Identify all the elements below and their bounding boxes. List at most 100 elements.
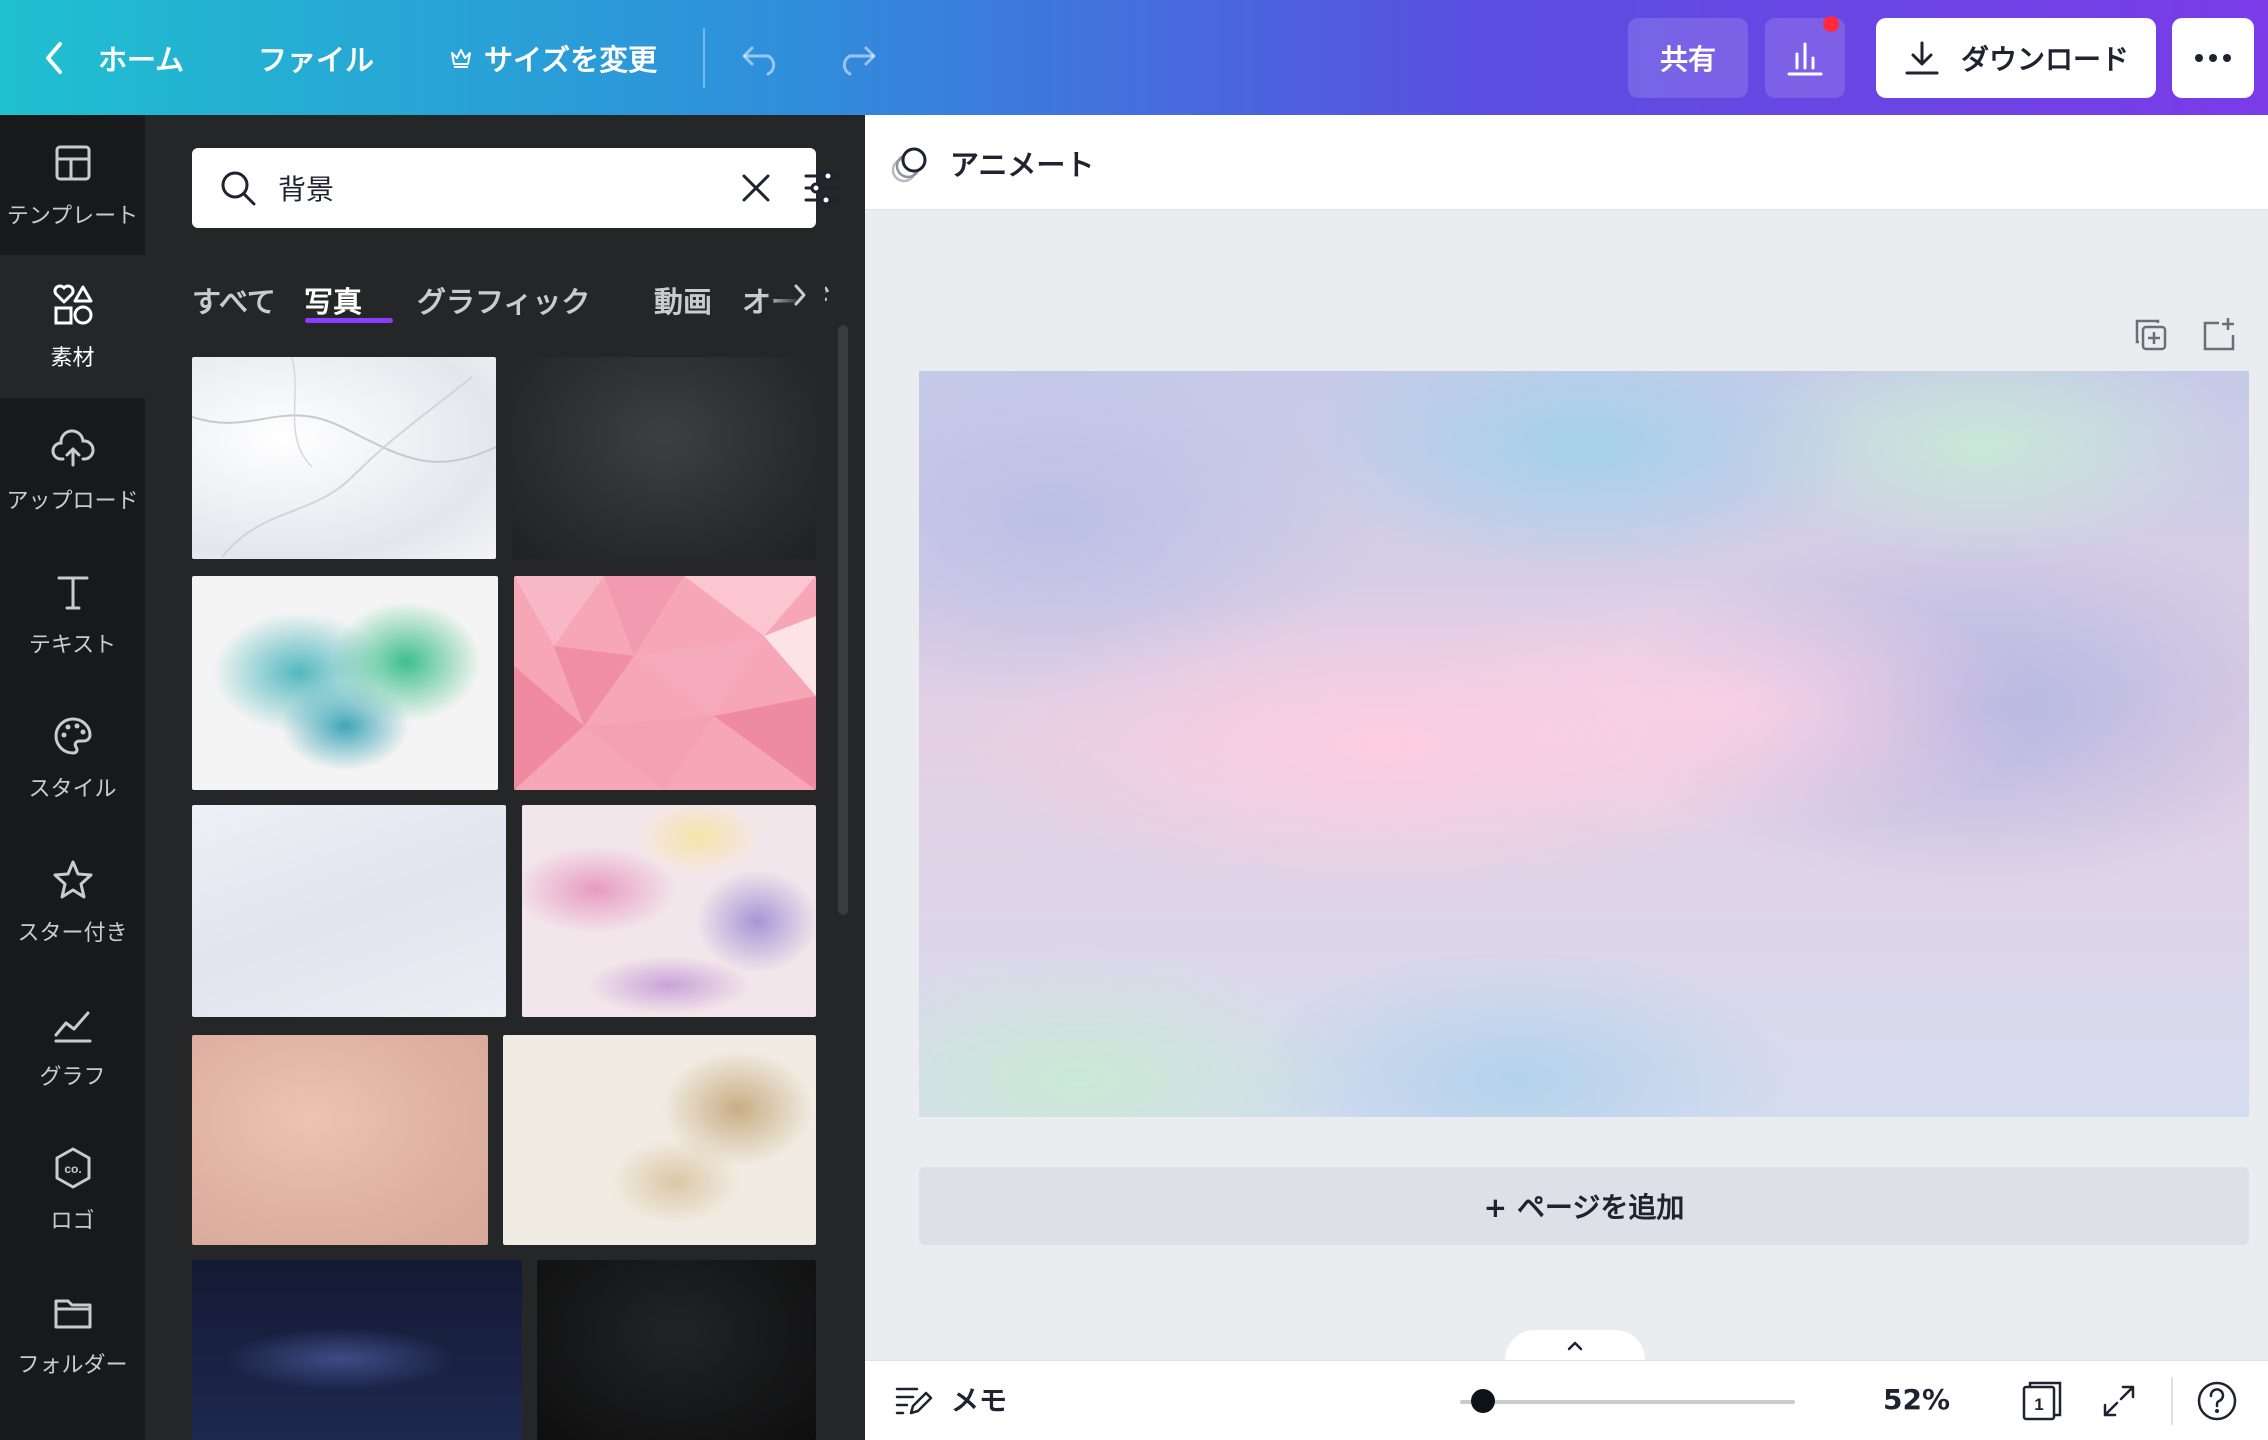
notes-icon [895,1387,933,1415]
rail-label: グラフ [39,1065,106,1090]
undo-button[interactable] [740,0,784,115]
top-bar: ホーム ファイル サイズを変更 共有 ダウンロード [0,0,2268,115]
panel-scrollbar[interactable] [838,325,848,915]
animate-label: アニメート [950,148,1095,182]
design-page-canvas[interactable] [919,371,2249,1117]
more-icon [2195,54,2231,62]
download-label: ダウンロード [1960,43,2129,76]
redo-button[interactable] [834,0,878,115]
home-button[interactable]: ホーム [42,0,184,115]
notes-button[interactable]: メモ [893,1379,1007,1419]
help-icon [2197,1381,2237,1421]
pages-icon: 1 [2022,1381,2062,1421]
photo-thumbnail-gold-paint[interactable] [503,1035,816,1245]
page-tools [2131,315,2239,355]
crown-icon [451,48,471,68]
zoom-slider-track[interactable] [1460,1400,1795,1404]
share-button[interactable]: 共有 [1628,18,1748,98]
marble-veins [192,357,496,558]
search-icon [221,171,256,206]
redo-icon [842,46,876,75]
search-box[interactable] [192,148,840,228]
filter-sliders-icon[interactable] [802,168,842,208]
photo-thumbnail-watercolor-teal[interactable] [192,576,498,790]
close-icon[interactable] [738,170,774,206]
upload-cloud-icon [51,429,94,467]
zoom-slider-handle[interactable] [1471,1389,1495,1413]
file-label: ファイル [258,42,375,77]
add-page-label: + ページを追加 [1483,1191,1685,1224]
home-label: ホーム [98,42,185,77]
category-tabs: すべて 写真 グラフィック 動画 オーデ [192,265,832,345]
animate-icon [891,147,927,183]
tab-photos[interactable]: 写真 [304,279,362,321]
fullscreen-button[interactable] [2097,1379,2141,1423]
tab-videos[interactable]: 動画 [654,279,712,321]
more-options-button[interactable] [2172,18,2254,98]
template-icon [55,145,90,181]
star-icon [53,860,92,899]
page-count-label: 1 [2034,1395,2043,1414]
photo-thumbnail-chalkboard[interactable] [512,357,816,559]
editor-area: アニメート + ページを追加 メモ 52% 1 [865,115,2268,1440]
context-toolbar: アニメート [865,115,2268,210]
rail-label: 素材 [50,345,95,371]
chevron-left-icon [46,41,62,74]
rail-item-starred[interactable]: スター付き [0,832,145,972]
chevron-right-icon [794,284,806,306]
photo-thumbnail-dark-room[interactable] [537,1260,816,1440]
search-input[interactable] [278,162,678,214]
polygon-pattern [514,576,816,790]
left-navigation-rail: テンプレート 素材 アップロード テキスト スタイル スター付き グラフ co.… [0,115,145,1440]
notification-dot [1823,16,1839,32]
photo-thumbnail-night-sky[interactable] [192,1260,522,1440]
logo-icon: co. [55,1147,90,1189]
svg-text:co.: co. [64,1162,81,1176]
tab-graphics[interactable]: グラフィック [417,279,590,321]
chevron-up-icon [1567,1341,1583,1351]
expand-icon [2103,1385,2135,1417]
share-label: 共有 [1659,43,1716,76]
animate-button[interactable]: アニメート [890,135,1094,191]
elements-panel: すべて 写真 グラフィック 動画 オーデ [145,115,865,1440]
rail-item-styles[interactable]: スタイル [0,688,145,828]
help-button[interactable] [2195,1379,2239,1423]
analytics-icon [1787,42,1823,76]
text-icon [57,576,88,610]
duplicate-page-icon[interactable] [2131,315,2171,355]
file-menu-button[interactable]: ファイル [258,0,374,115]
rail-label: テンプレート [6,204,139,229]
download-icon [1905,41,1939,75]
resize-label: サイズを変更 [484,42,658,77]
download-button[interactable]: ダウンロード [1876,18,2156,98]
zoom-level[interactable]: 52% [1883,1383,1950,1416]
tabs-scroll-right-button[interactable] [785,265,815,325]
rail-item-folders[interactable]: フォルダー [0,1264,145,1404]
page-count-button[interactable]: 1 [2020,1379,2064,1423]
resize-button[interactable]: サイズを変更 [450,0,657,115]
photo-thumbnail-watercolor-pastel[interactable] [522,805,816,1017]
rail-label: スタイル [28,777,117,802]
photo-thumbnail-peach-texture[interactable] [192,1035,488,1245]
add-page-button[interactable]: + ページを追加 [919,1167,2249,1245]
notes-label: メモ [951,1384,1008,1417]
divider [2171,1377,2173,1425]
rail-label: スター付き [17,921,128,946]
photo-thumbnail-marble[interactable] [192,357,496,559]
tab-all[interactable]: すべて [192,279,276,321]
rail-label: アップロード [6,489,139,514]
rail-item-logos[interactable]: co. ロゴ [0,1120,145,1260]
rail-item-templates[interactable]: テンプレート [0,115,145,255]
rail-item-uploads[interactable]: アップロード [0,400,145,540]
photo-thumbnail-pink-polygon[interactable] [514,576,816,790]
add-page-icon[interactable] [2199,315,2239,355]
photo-thumbnail-white-paper[interactable] [192,805,506,1017]
expand-pages-tab[interactable] [1505,1330,1645,1362]
bottom-status-bar: メモ 52% 1 [865,1360,2268,1440]
palette-icon [54,717,92,755]
rail-item-elements[interactable]: 素材 [0,255,145,398]
analytics-button[interactable] [1765,16,1845,98]
rail-item-text[interactable]: テキスト [0,544,145,684]
folder-icon [54,1299,91,1329]
rail-item-charts[interactable]: グラフ [0,976,145,1116]
